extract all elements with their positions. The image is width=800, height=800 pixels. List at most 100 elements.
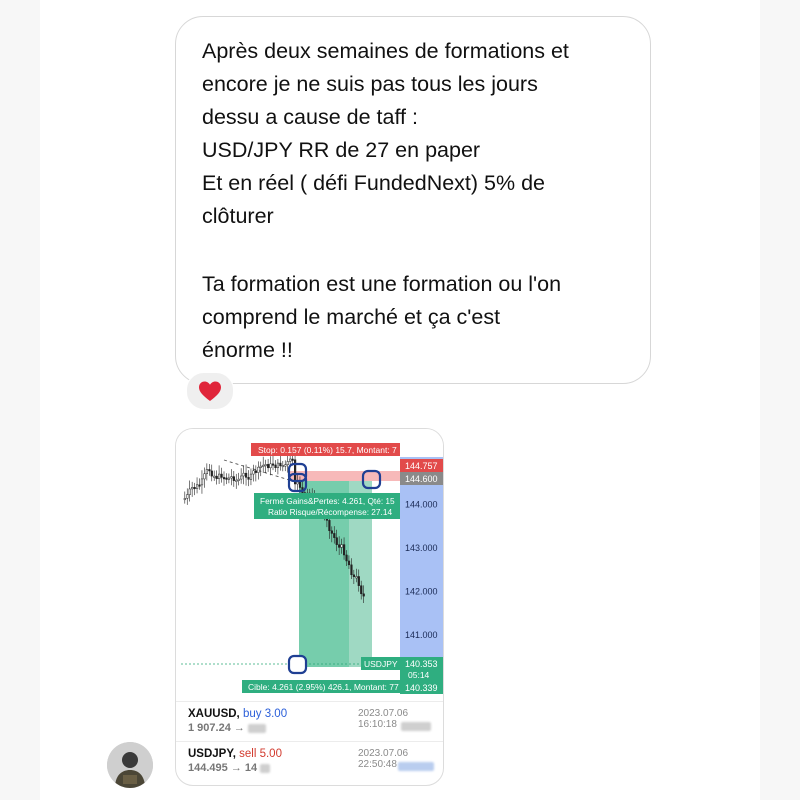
- candle-body: [232, 476, 235, 481]
- message-line: clôturer: [202, 204, 274, 228]
- candle-body: [259, 465, 262, 468]
- target-handle: [287, 654, 308, 675]
- trade-screenshot[interactable]: 144.000 143.000 142.000 141.000 Stop: 0.157…: [175, 428, 444, 786]
- trade-row[interactable]: XAUUSD, buy 3.00 2023.07.06 16:10:18 1 9…: [176, 701, 443, 744]
- current-price-tag: 140.353: [405, 659, 438, 669]
- candle-body: [198, 484, 201, 487]
- trade-price: 1 907.24 →: [188, 722, 266, 734]
- message-line: comprend le marché et ça c'est: [202, 305, 501, 329]
- candle-body: [245, 472, 248, 478]
- candle-body: [335, 537, 338, 545]
- rr-label: Ratio Risque/Récompense: 27.14: [268, 507, 392, 517]
- candle-body: [183, 498, 186, 501]
- candle-body: [220, 473, 223, 478]
- candle-body: [252, 470, 255, 475]
- candle-body: [249, 473, 253, 480]
- trade-price-text: 1 907.24 →: [188, 722, 245, 734]
- redacted-value: [260, 763, 271, 773]
- candle-body: [227, 477, 231, 480]
- candle-body: [196, 484, 199, 489]
- candle-body: [360, 585, 363, 595]
- axis-tick-label: 144.000: [405, 500, 438, 510]
- candle-body: [264, 464, 267, 467]
- candle-body: [257, 466, 260, 473]
- candle-body: [338, 544, 341, 548]
- candle-body: [340, 544, 343, 548]
- candle-body: [200, 478, 204, 486]
- left-margin: [0, 0, 40, 800]
- trade-price-text: 144.495 → 14: [188, 762, 258, 774]
- candle-body: [205, 469, 208, 475]
- candle-body: [213, 475, 216, 478]
- message-line: Et en réel ( défi FundedNext) 5% de: [202, 171, 545, 195]
- trade-price: 144.495 → 14: [188, 762, 271, 774]
- symbol-tag: USDJPY: [364, 659, 398, 669]
- candle-body: [328, 520, 331, 531]
- candle-body: [186, 494, 189, 499]
- candle-body: [240, 475, 243, 480]
- right-margin: [760, 0, 800, 800]
- candle-body: [333, 533, 336, 538]
- candle-body: [343, 544, 346, 556]
- candle-body: [284, 464, 287, 467]
- candle-body: [345, 554, 348, 562]
- redacted-value: [247, 723, 266, 733]
- heart-reaction[interactable]: [186, 372, 234, 410]
- candle-body: [271, 463, 275, 466]
- candle-body: [262, 464, 265, 467]
- candle-body: [330, 530, 333, 534]
- user-avatar-icon[interactable]: [107, 742, 153, 788]
- candle-body: [230, 476, 233, 479]
- candle-body: [237, 478, 240, 481]
- trade-side: buy 3.00: [242, 708, 288, 720]
- axis-tick-label: 143.000: [405, 543, 438, 553]
- message-line: Après deux semaines de formations et: [202, 39, 569, 63]
- candle-body: [247, 477, 250, 480]
- candle-body: [235, 479, 238, 482]
- target-price-tag: 140.339: [405, 683, 438, 693]
- trade-symbol: XAUUSD, buy 3.00: [188, 708, 287, 720]
- candle-body: [191, 487, 194, 490]
- candle-body: [276, 462, 280, 469]
- candle-body: [355, 576, 358, 579]
- candle-body: [350, 564, 353, 576]
- trade-row[interactable]: USDJPY, sell 5.00 2023.07.06 22:50:48 14…: [176, 741, 443, 784]
- candle-body: [347, 560, 351, 566]
- candle-body: [208, 469, 211, 472]
- candle-body: [254, 470, 258, 473]
- candle-body: [281, 465, 284, 468]
- heart-icon: [199, 381, 221, 401]
- trade-symbol-text: XAUUSD,: [188, 708, 240, 720]
- message-line: encore je ne suis pas tous les jours: [202, 72, 538, 96]
- price-axis-highlight: [400, 457, 443, 687]
- trading-chart: 144.000 143.000 142.000 141.000 Stop: 0.157…: [176, 429, 443, 697]
- redacted-value: [398, 762, 434, 771]
- candle-body: [291, 458, 294, 461]
- candle-body: [286, 461, 289, 465]
- message-line: énorme !!: [202, 338, 293, 362]
- stop-label: Stop: 0.157 (0.11%) 15.7, Montant: 7: [258, 445, 397, 455]
- candle-body: [203, 473, 206, 480]
- candle-body: [222, 477, 226, 480]
- countdown-tag: 05:14: [408, 670, 430, 680]
- trade-symbol: USDJPY, sell 5.00: [188, 748, 282, 760]
- pnl-label: Fermé Gains&Pertes: 4.261, Qté: 15: [260, 496, 395, 506]
- candle-body: [298, 481, 302, 488]
- candle-body: [242, 472, 245, 477]
- trade-side: sell 5.00: [239, 748, 282, 760]
- trade-symbol-text: USDJPY,: [188, 748, 236, 760]
- candle-body: [225, 477, 228, 480]
- candle-body: [218, 473, 221, 480]
- axis-tick-label: 141.000: [405, 630, 438, 640]
- redacted-value: [401, 722, 431, 731]
- message-line: USD/JPY RR de 27 en paper: [202, 138, 481, 162]
- candle-body: [267, 464, 270, 469]
- candle-body: [188, 488, 191, 495]
- message-bubble[interactable]: Après deux semaines de formations et enc…: [175, 16, 651, 384]
- candle-body: [357, 576, 360, 586]
- candle-body: [362, 593, 365, 597]
- candle-body: [279, 462, 282, 467]
- message-line: Ta formation est une formation ou l'on: [202, 272, 562, 296]
- candle-body: [296, 481, 299, 485]
